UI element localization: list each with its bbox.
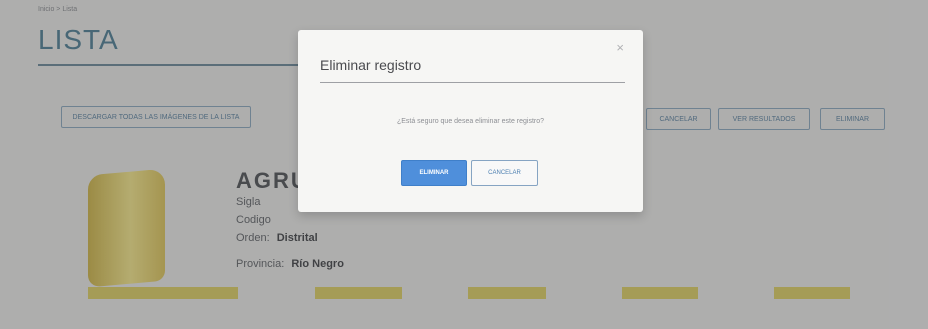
modal-title: Eliminar registro bbox=[320, 57, 422, 73]
modal-message: ¿Está seguro que desea eliminar este reg… bbox=[396, 118, 545, 125]
close-icon[interactable]: × bbox=[616, 40, 624, 55]
modal-divider bbox=[320, 82, 625, 83]
confirm-delete-button[interactable]: ELIMINAR bbox=[401, 160, 467, 186]
delete-confirm-dialog: Eliminar registro × ¿Está seguro que des… bbox=[298, 30, 643, 212]
cancel-delete-button[interactable]: CANCELAR bbox=[471, 160, 538, 186]
